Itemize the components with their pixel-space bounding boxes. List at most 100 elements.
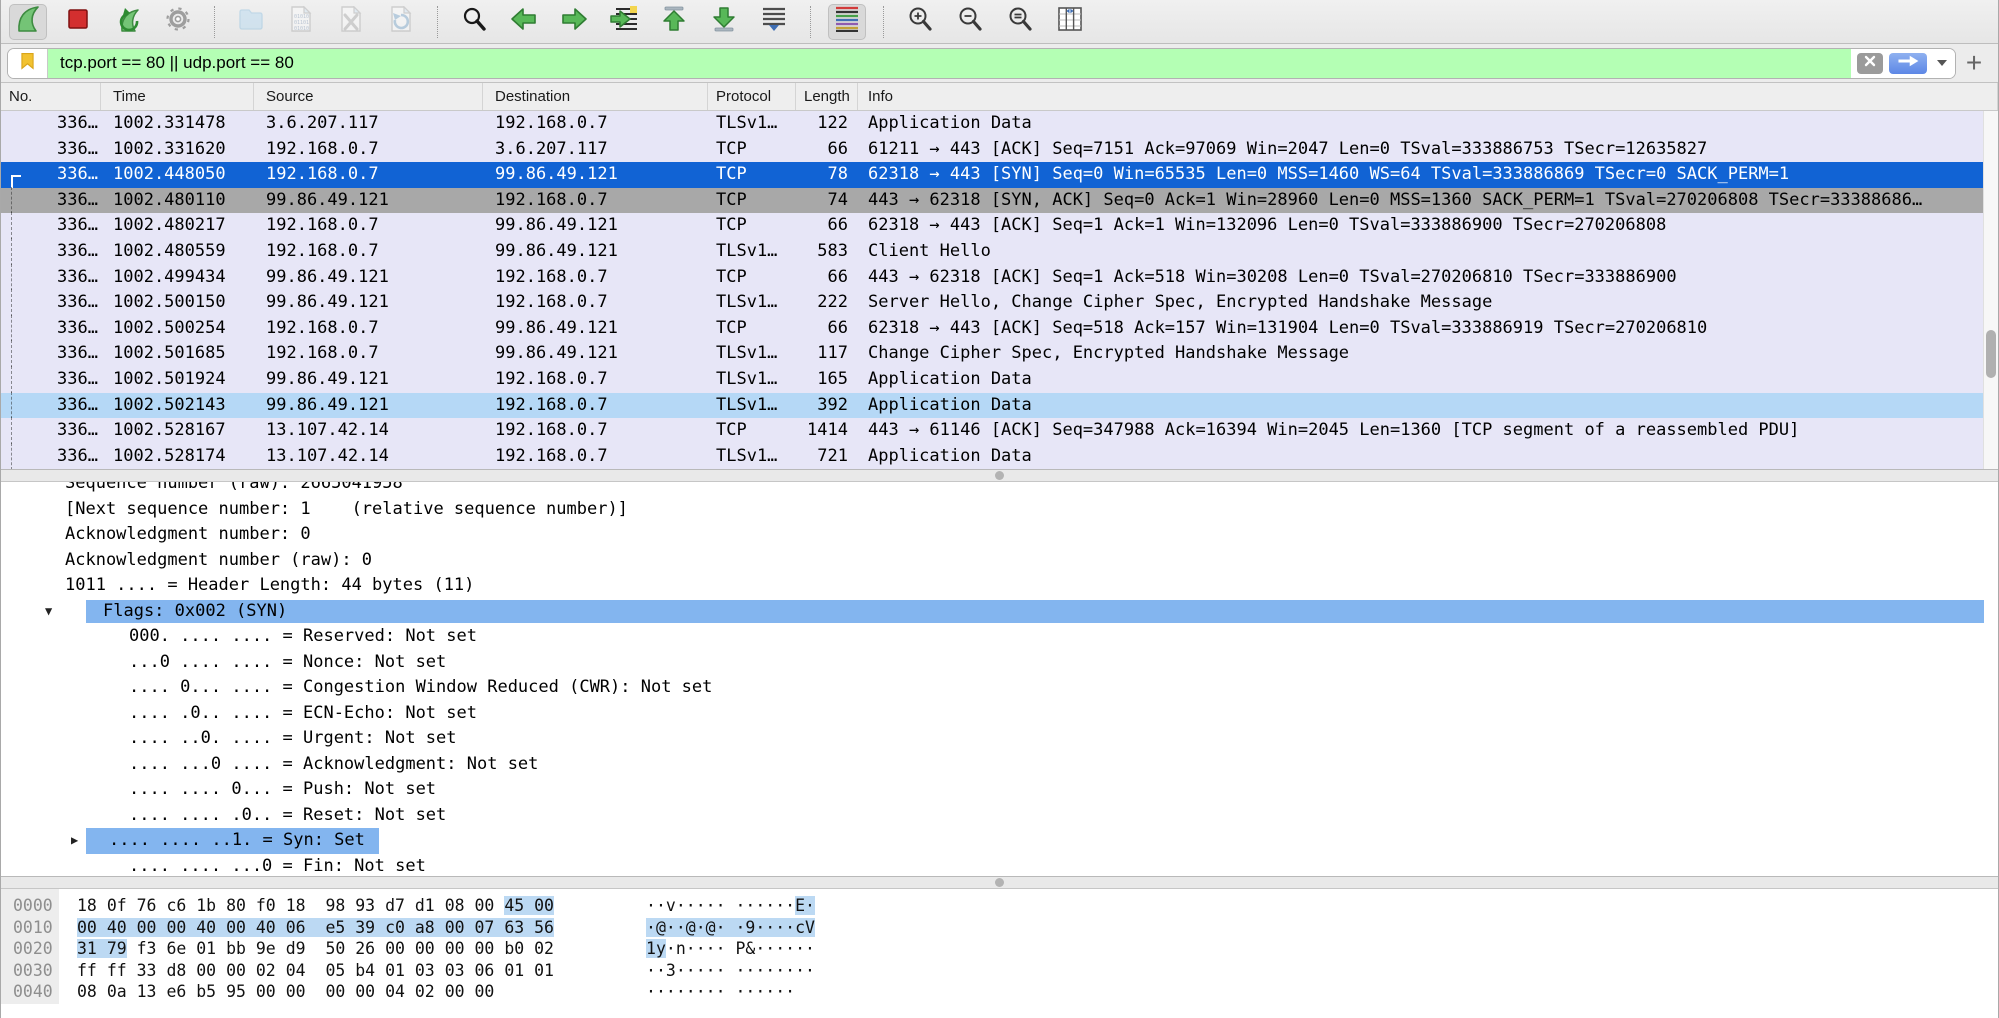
detail-line[interactable]: .... ..0. .... = Urgent: Not set [1,726,1998,752]
detail-line[interactable]: Acknowledgment number (raw): 0 [1,548,1998,574]
find-packet-button[interactable] [455,4,493,40]
go-first-button[interactable] [655,4,693,40]
close-icon [1864,54,1876,72]
hex-row[interactable]: 001000 40 00 00 40 00 40 06 e5 39 c0 a8 … [1,917,1998,939]
restart-capture-button[interactable] [109,4,147,40]
zoom-reset-button[interactable] [1001,4,1039,40]
zoom-in-button[interactable] [901,4,939,40]
go-to-packet-button[interactable] [605,4,643,40]
start-capture-button[interactable] [9,4,47,40]
go-forward-button[interactable] [555,4,593,40]
colorize-button[interactable] [828,4,866,40]
hex-offset: 0030 [13,960,53,982]
packet-cell-info: Application Data [858,444,1983,469]
splitter-details-bytes[interactable] [1,876,1998,889]
detail-line[interactable]: ▼Flags: 0x002 (SYN) [1,599,1998,625]
detail-line[interactable]: [Next sequence number: 1 (relative seque… [1,497,1998,523]
detail-line[interactable]: .... .... 0... = Push: Not set [1,777,1998,803]
packet-row[interactable]: 336…1002.448050192.168.0.799.86.49.121TC… [1,162,1983,188]
detail-line[interactable]: ...0 .... .... = Nonce: Not set [1,650,1998,676]
splitter-list-details[interactable] [1,469,1998,482]
hex-row[interactable]: 002031 79 f3 6e 01 bb 9e d9 50 26 00 00 … [1,938,1998,960]
go-last-button[interactable] [705,4,743,40]
open-file-button[interactable] [232,4,270,40]
detail-line[interactable]: .... .... ...0 = Fin: Not set [1,854,1998,877]
packet-cell-length: 66 [796,213,858,239]
packet-cell-protocol: TCP [708,418,796,444]
column-header-protocol[interactable]: Protocol [708,83,796,110]
stop-capture-button[interactable] [59,4,97,40]
packet-cell-source: 13.107.42.14 [254,418,483,444]
detail-line[interactable]: .... .0.. .... = ECN-Echo: Not set [1,701,1998,727]
hex-row[interactable]: 000018 0f 76 c6 1b 80 f0 18 98 93 d7 d1 … [1,895,1998,917]
packet-cell-source: 192.168.0.7 [254,213,483,239]
capture-options-button[interactable] [159,4,197,40]
collapse-icon[interactable]: ▼ [45,599,52,625]
expand-icon[interactable]: ▶ [71,828,78,854]
go-back-button[interactable] [505,4,543,40]
packet-row[interactable]: 336…1002.49943499.86.49.121192.168.0.7TC… [1,265,1983,291]
toolbar-separator [214,6,215,38]
zoom-out-button[interactable] [951,4,989,40]
add-filter-button[interactable]: + [1956,45,1992,81]
filter-expression[interactable]: tcp.port == 80 || udp.port == 80 [48,49,1851,78]
packet-row[interactable]: 336…1002.50015099.86.49.121192.168.0.7TL… [1,290,1983,316]
packet-row[interactable]: 336…1002.52816713.107.42.14192.168.0.7TC… [1,418,1983,444]
detail-line[interactable]: ▶.... .... ..1. = Syn: Set [1,828,1998,854]
packet-row[interactable]: 336…1002.500254192.168.0.799.86.49.121TC… [1,316,1983,342]
toolbar-separator [437,6,438,38]
stop-icon [66,7,90,36]
filter-dropdown-caret[interactable] [1937,60,1947,66]
display-filter-input[interactable]: tcp.port == 80 || udp.port == 80 [7,48,1956,79]
packet-row[interactable]: 336…1002.50214399.86.49.121192.168.0.7TL… [1,393,1983,419]
column-header-info[interactable]: Info [858,83,1998,110]
close-file-button[interactable] [332,4,370,40]
column-header-no[interactable]: No. [1,83,101,110]
packet-cell-length: 117 [796,341,858,367]
filter-bookmark-button[interactable] [8,49,48,78]
hex-bytes: ff ff 33 d8 00 00 02 04 05 b4 01 03 03 0… [77,960,554,982]
detail-line[interactable]: .... .... .0.. = Reset: Not set [1,803,1998,829]
svg-text:01010: 01010 [294,26,309,32]
hex-bytes: 31 79 f3 6e 01 bb 9e d9 50 26 00 00 00 0… [77,938,554,960]
packet-cell-protocol: TLSv1… [708,111,796,137]
detail-line[interactable]: Acknowledgment number: 0 [1,522,1998,548]
column-header-destination[interactable]: Destination [483,83,708,110]
scrollbar-thumb[interactable] [1986,330,1996,378]
hex-row[interactable]: 004008 0a 13 e6 b5 95 00 00 00 00 04 02 … [1,981,1998,1003]
packet-cell-source: 13.107.42.14 [254,444,483,469]
packet-cell-length: 721 [796,444,858,469]
packet-row[interactable]: 336…1002.501685192.168.0.799.86.49.121TL… [1,341,1983,367]
resize-columns-button[interactable] [1051,4,1089,40]
packet-row[interactable]: 336…1002.331620192.168.0.73.6.207.117TCP… [1,137,1983,163]
packet-row[interactable]: 336…1002.50192499.86.49.121192.168.0.7TL… [1,367,1983,393]
packet-cell-source: 192.168.0.7 [254,137,483,163]
packet-row[interactable]: 336…1002.52817413.107.42.14192.168.0.7TL… [1,444,1983,469]
hex-row[interactable]: 0030 ff ff 33 d8 00 00 02 04 05 b4 01 03 … [1,960,1998,982]
packet-cell-destination: 99.86.49.121 [483,213,708,239]
packet-cell-info: Application Data [858,393,1983,419]
column-header-length[interactable]: Length [796,83,858,110]
packet-list-scrollbar[interactable] [1983,111,1998,469]
detail-line[interactable]: .... 0... .... = Congestion Window Reduc… [1,675,1998,701]
save-file-button[interactable]: 010100110101010 [282,4,320,40]
packet-cell-protocol: TCP [708,188,796,214]
packet-row[interactable]: 336…1002.48011099.86.49.121192.168.0.7TC… [1,188,1983,214]
reload-file-button[interactable] [382,4,420,40]
filter-apply-button[interactable] [1889,53,1927,74]
filter-clear-button[interactable] [1857,53,1883,74]
column-header-source[interactable]: Source [254,83,483,110]
detail-line[interactable]: .... ...0 .... = Acknowledgment: Not set [1,752,1998,778]
packet-row[interactable]: 336…1002.480559192.168.0.799.86.49.121TL… [1,239,1983,265]
detail-line[interactable]: 000. .... .... = Reserved: Not set [1,624,1998,650]
packet-row[interactable]: 336…1002.480217192.168.0.799.86.49.121TC… [1,213,1983,239]
detail-line[interactable]: 1011 .... = Header Length: 44 bytes (11) [1,573,1998,599]
packet-cell-protocol: TCP [708,265,796,291]
column-header-time[interactable]: Time [101,83,254,110]
detail-line[interactable]: Sequence number (raw): 2665041958 [1,482,1998,497]
arrow-right-icon [1895,54,1921,73]
reload-document-icon [389,6,413,37]
auto-scroll-button[interactable] [755,4,793,40]
hex-offset: 0000 [13,895,53,917]
packet-row[interactable]: 336…1002.3314783.6.207.117192.168.0.7TLS… [1,111,1983,137]
